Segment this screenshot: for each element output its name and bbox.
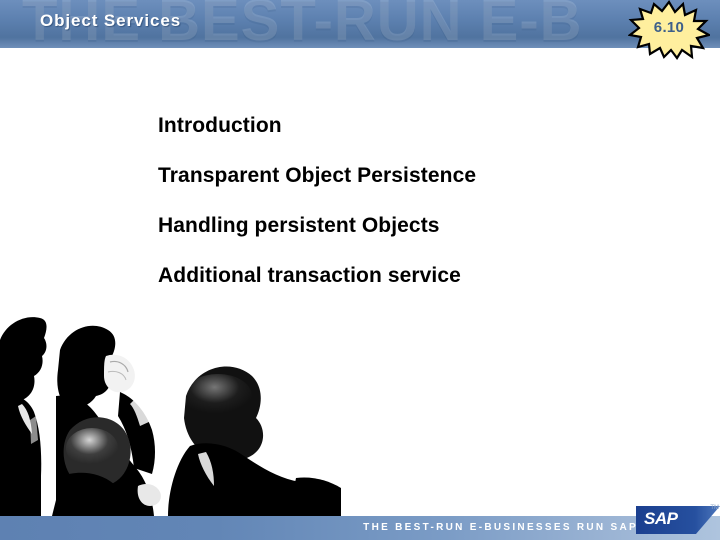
slide-header: THE BEST-RUN E-B Object Services [0, 0, 720, 48]
version-badge: 6.10 [628, 0, 710, 60]
business-people-photo [0, 300, 341, 516]
sap-logo: SAP TM [636, 505, 720, 535]
list-item: Handling persistent Objects [158, 214, 440, 237]
page-title: Object Services [40, 11, 182, 30]
list-item: Introduction [158, 114, 282, 137]
slide: THE BEST-RUN E-B Object Services 6.10 In… [0, 0, 720, 540]
sap-logo-text: SAP [644, 509, 678, 528]
sap-trademark: TM [710, 505, 719, 511]
version-badge-label: 6.10 [653, 19, 685, 36]
content-list: Introduction Transparent Object Persiste… [158, 113, 678, 313]
list-item: Transparent Object Persistence [158, 164, 477, 187]
footer-tagline: THE BEST-RUN E-BUSINESSES RUN SAP [363, 522, 638, 533]
slide-footer: THE BEST-RUN E-BUSINESSES RUN SAP [0, 516, 720, 540]
